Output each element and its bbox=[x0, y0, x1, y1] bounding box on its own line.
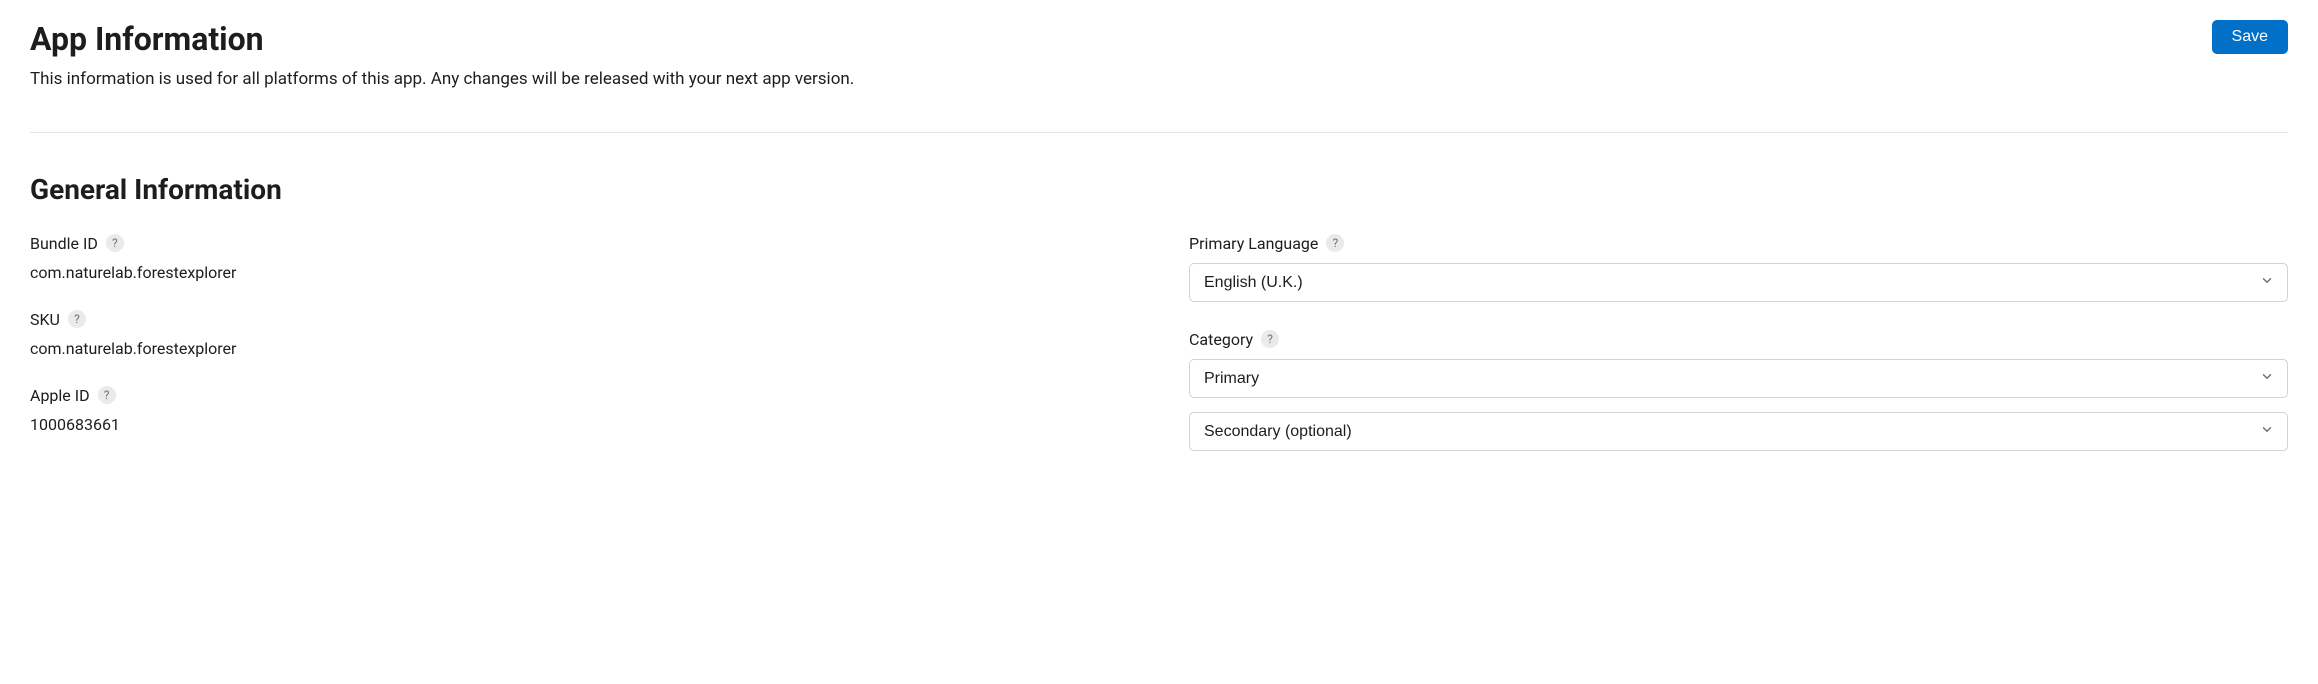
form-column-right: Primary Language ? English (U.K.) Catego… bbox=[1189, 234, 2288, 479]
apple-id-value: 1000683661 bbox=[30, 415, 1129, 434]
field-label-row: Apple ID ? bbox=[30, 386, 1129, 405]
category-secondary-select-wrap: Secondary (optional) bbox=[1189, 412, 2288, 451]
field-bundle-id: Bundle ID ? com.naturelab.forestexplorer bbox=[30, 234, 1129, 282]
category-primary-select[interactable]: Primary bbox=[1189, 359, 2288, 398]
form-column-left: Bundle ID ? com.naturelab.forestexplorer… bbox=[30, 234, 1129, 479]
primary-language-select-wrap: English (U.K.) bbox=[1189, 263, 2288, 302]
save-button[interactable]: Save bbox=[2212, 20, 2288, 54]
help-icon[interactable]: ? bbox=[1261, 330, 1279, 348]
primary-language-label: Primary Language bbox=[1189, 234, 1318, 253]
sku-label: SKU bbox=[30, 310, 60, 329]
field-apple-id: Apple ID ? 1000683661 bbox=[30, 386, 1129, 434]
category-label: Category bbox=[1189, 330, 1253, 349]
section-title: General Information bbox=[30, 173, 2288, 206]
field-label-row: Category ? bbox=[1189, 330, 2288, 349]
sku-value: com.naturelab.forestexplorer bbox=[30, 339, 1129, 358]
primary-language-select[interactable]: English (U.K.) bbox=[1189, 263, 2288, 302]
page-header: App Information This information is used… bbox=[30, 20, 2288, 133]
help-icon[interactable]: ? bbox=[68, 310, 86, 328]
category-secondary-select[interactable]: Secondary (optional) bbox=[1189, 412, 2288, 451]
header-text-block: App Information This information is used… bbox=[30, 20, 2192, 92]
help-icon[interactable]: ? bbox=[98, 386, 116, 404]
help-icon[interactable]: ? bbox=[1326, 234, 1344, 252]
help-icon[interactable]: ? bbox=[106, 234, 124, 252]
page-title: App Information bbox=[30, 20, 2192, 58]
category-primary-select-wrap: Primary bbox=[1189, 359, 2288, 398]
bundle-id-value: com.naturelab.forestexplorer bbox=[30, 263, 1129, 282]
field-category: Category ? Primary Secondary (optional) bbox=[1189, 330, 2288, 451]
apple-id-label: Apple ID bbox=[30, 386, 90, 405]
field-primary-language: Primary Language ? English (U.K.) bbox=[1189, 234, 2288, 302]
field-label-row: Bundle ID ? bbox=[30, 234, 1129, 253]
field-sku: SKU ? com.naturelab.forestexplorer bbox=[30, 310, 1129, 358]
field-label-row: SKU ? bbox=[30, 310, 1129, 329]
page-subtitle: This information is used for all platfor… bbox=[30, 68, 2192, 92]
form-columns: Bundle ID ? com.naturelab.forestexplorer… bbox=[30, 234, 2288, 479]
category-select-stack: Primary Secondary (optional) bbox=[1189, 359, 2288, 451]
field-label-row: Primary Language ? bbox=[1189, 234, 2288, 253]
bundle-id-label: Bundle ID bbox=[30, 234, 98, 253]
